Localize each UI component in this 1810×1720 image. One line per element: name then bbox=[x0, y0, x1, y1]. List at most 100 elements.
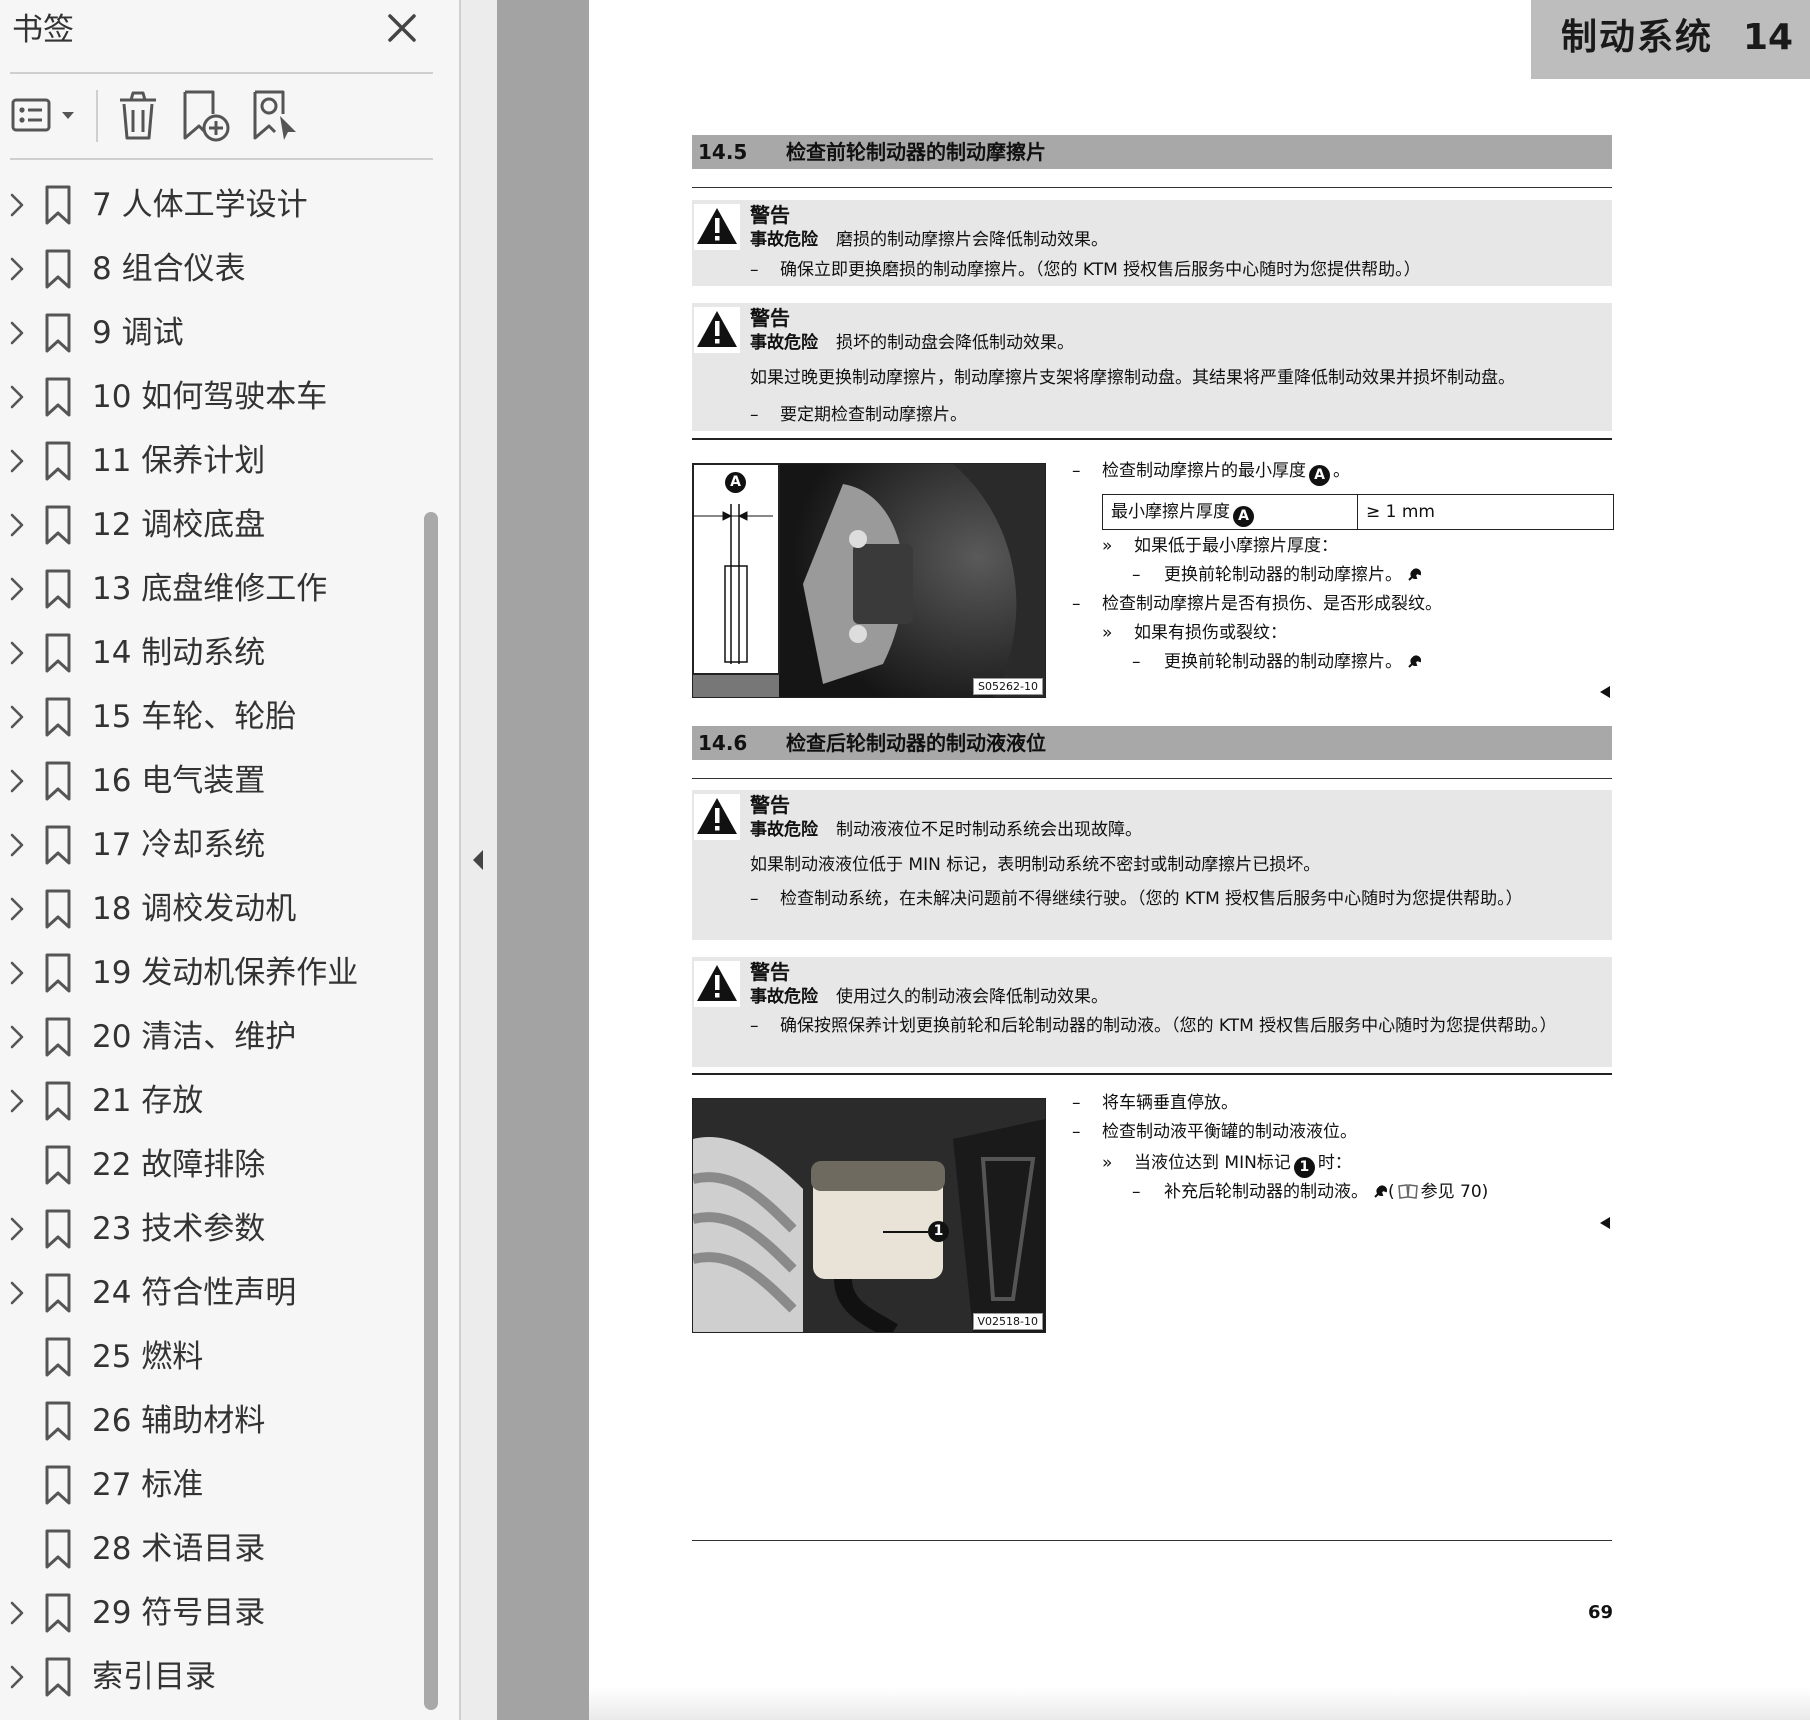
spec-label-text: 最小摩擦片厚度 bbox=[1111, 502, 1230, 522]
brake-caliper-photo: A S05262-10 bbox=[692, 463, 1046, 698]
bookmark-item[interactable]: 28 术语目录 bbox=[0, 1519, 420, 1579]
chevron-right-icon[interactable] bbox=[6, 317, 28, 349]
chevron-right-icon[interactable] bbox=[6, 381, 28, 413]
bookmark-item[interactable]: 13 底盘维修工作 bbox=[0, 559, 420, 619]
bookmark-item[interactable]: 16 电气装置 bbox=[0, 751, 420, 811]
chevron-right-icon[interactable] bbox=[6, 573, 28, 605]
bookmark-item[interactable]: 17 冷却系统 bbox=[0, 815, 420, 875]
bookmark-icon bbox=[45, 825, 71, 865]
chevron-right-icon[interactable] bbox=[6, 253, 28, 285]
dash-marker: – bbox=[1132, 1182, 1141, 1202]
chevron-marker: » bbox=[1102, 536, 1113, 556]
condition-text: 当液位达到 MIN标记 bbox=[1134, 1153, 1291, 1173]
step: – 检查制动摩擦片的最小厚度 A。 bbox=[1072, 459, 1350, 486]
section-header: 14.5 检查前轮制动器的制动摩擦片 bbox=[692, 135, 1612, 169]
bookmark-item[interactable]: 8 组合仪表 bbox=[0, 239, 420, 299]
bookmark-item[interactable]: 25 燃料 bbox=[0, 1327, 420, 1387]
warning-hazard: 事故危险 使用过久的制动液会降低制动效果。 bbox=[750, 985, 1108, 1009]
chevron-right-icon[interactable] bbox=[6, 1597, 28, 1629]
bookmark-label: 11 保养计划 bbox=[92, 443, 266, 479]
hazard-label: 事故危险 bbox=[750, 230, 818, 250]
warning-box: 警告 事故危险 制动液液位不足时制动系统会出现故障。 如果制动液液位低于 MIN … bbox=[692, 790, 1612, 940]
chevron-right-icon[interactable] bbox=[6, 893, 28, 925]
bookmark-icon bbox=[45, 377, 71, 417]
bookmark-item[interactable]: 9 调试 bbox=[0, 303, 420, 363]
chevron-right-icon[interactable] bbox=[6, 701, 28, 733]
bookmark-item[interactable]: 22 故障排除 bbox=[0, 1135, 420, 1195]
bookmark-item[interactable]: 索引目录 bbox=[0, 1647, 420, 1707]
bookmark-label: 12 调校底盘 bbox=[92, 507, 266, 543]
condition: » 如果有损伤或裂纹： bbox=[1102, 621, 1287, 645]
bookmark-list-options-icon[interactable] bbox=[10, 88, 82, 144]
collapse-panel-icon[interactable] bbox=[468, 846, 488, 874]
bookmark-item[interactable]: 7 人体工学设计 bbox=[0, 175, 420, 235]
page-reference-link[interactable]: 参见 70) bbox=[1421, 1182, 1489, 1202]
bookmark-list-scrollbar[interactable] bbox=[424, 512, 438, 1710]
viewer-page-margin bbox=[497, 0, 589, 1720]
bookmark-item[interactable]: 27 标准 bbox=[0, 1455, 420, 1515]
bookmark-item[interactable]: 29 符号目录 bbox=[0, 1583, 420, 1643]
add-bookmark-icon[interactable] bbox=[180, 88, 232, 144]
chevron-right-icon[interactable] bbox=[6, 1213, 28, 1245]
chevron-marker: » bbox=[1102, 1153, 1113, 1173]
bookmark-icon bbox=[45, 889, 71, 929]
instruction-text: 要定期检查制动摩擦片。 bbox=[780, 405, 967, 425]
chevron-right-icon[interactable] bbox=[6, 957, 28, 989]
bookmark-icon bbox=[45, 1337, 71, 1377]
chevron-right-icon[interactable] bbox=[6, 445, 28, 477]
bookmarks-panel-title: 书签 bbox=[12, 12, 74, 48]
bookmark-item[interactable]: 26 辅助材料 bbox=[0, 1391, 420, 1451]
bookmark-item[interactable]: 14 制动系统 bbox=[0, 623, 420, 683]
bookmark-item[interactable]: 11 保养计划 bbox=[0, 431, 420, 491]
bookmark-label: 索引目录 bbox=[92, 1659, 216, 1695]
chevron-right-icon[interactable] bbox=[6, 1021, 28, 1053]
bookmark-item[interactable]: 18 调校发动机 bbox=[0, 879, 420, 939]
figure-code: V02518-10 bbox=[972, 1313, 1043, 1330]
bookmark-item[interactable]: 21 存放 bbox=[0, 1071, 420, 1131]
chevron-right-icon[interactable] bbox=[6, 765, 28, 797]
warning-box: 警告 事故危险 使用过久的制动液会降低制动效果。 – 确保按照保养计划更换前轮和后轮… bbox=[692, 957, 1612, 1067]
warning-label: 警告 bbox=[750, 203, 790, 227]
panel-divider bbox=[10, 72, 433, 74]
step-text: 检查制动摩擦片的最小厚度 bbox=[1102, 461, 1306, 481]
chevron-right-icon[interactable] bbox=[6, 509, 28, 541]
chevron-right-icon[interactable] bbox=[6, 189, 28, 221]
delete-bookmark-icon[interactable] bbox=[112, 88, 164, 144]
warning-detail: 如果制动液液位低于 MIN 标记，表明制动系统不密封或制动摩擦片已损坏。 bbox=[750, 855, 1321, 875]
instruction-text: 确保立即更换磨损的制动摩擦片。（您的 KTM 授权售后服务中心随时为您提供帮助。… bbox=[780, 260, 1421, 280]
bookmark-item[interactable]: 20 清洁、维护 bbox=[0, 1007, 420, 1067]
bookmark-label: 21 存放 bbox=[92, 1083, 204, 1119]
chevron-right-icon[interactable] bbox=[6, 1661, 28, 1693]
bookmark-label: 25 燃料 bbox=[92, 1339, 204, 1375]
close-icon[interactable] bbox=[380, 6, 424, 50]
hazard-label: 事故危险 bbox=[750, 987, 818, 1007]
find-bookmark-icon[interactable] bbox=[250, 88, 302, 144]
step: – 将车辆垂直停放。 bbox=[1072, 1091, 1238, 1115]
bookmark-item[interactable]: 15 车轮、轮胎 bbox=[0, 687, 420, 747]
figure-code: S05262-10 bbox=[973, 678, 1043, 695]
bookmark-icon bbox=[45, 1401, 71, 1441]
bookmark-label: 14 制动系统 bbox=[92, 635, 266, 671]
bookmark-label: 10 如何驾驶本车 bbox=[92, 379, 328, 415]
brake-pad-figure bbox=[693, 464, 1045, 697]
bookmark-label: 8 组合仪表 bbox=[92, 251, 246, 287]
bookmark-label: 29 符号目录 bbox=[92, 1595, 266, 1631]
bookmark-item[interactable]: 12 调校底盘 bbox=[0, 495, 420, 555]
bookmark-label: 20 清洁、维护 bbox=[92, 1019, 297, 1055]
hazard-text: 损坏的制动盘会降低制动效果。 bbox=[836, 333, 1074, 353]
bookmark-icon bbox=[45, 1465, 71, 1505]
bookmark-item[interactable]: 19 发动机保养作业 bbox=[0, 943, 420, 1003]
bookmark-label: 27 标准 bbox=[92, 1467, 204, 1503]
brake-reservoir-photo: 1 V02518-10 bbox=[692, 1098, 1046, 1333]
chevron-right-icon[interactable] bbox=[6, 637, 28, 669]
bookmark-item[interactable]: 10 如何驾驶本车 bbox=[0, 367, 420, 427]
chevron-right-icon[interactable] bbox=[6, 1085, 28, 1117]
chevron-right-icon[interactable] bbox=[6, 829, 28, 861]
bookmark-item[interactable]: 23 技术参数 bbox=[0, 1199, 420, 1259]
bookmark-label: 13 底盘维修工作 bbox=[92, 571, 328, 607]
chevron-right-icon[interactable] bbox=[6, 1277, 28, 1309]
warning-label: 警告 bbox=[750, 960, 790, 984]
dash-marker: – bbox=[1072, 1093, 1081, 1113]
bookmark-item[interactable]: 24 符合性声明 bbox=[0, 1263, 420, 1323]
step-text: 检查制动液平衡罐的制动液液位。 bbox=[1102, 1122, 1357, 1142]
